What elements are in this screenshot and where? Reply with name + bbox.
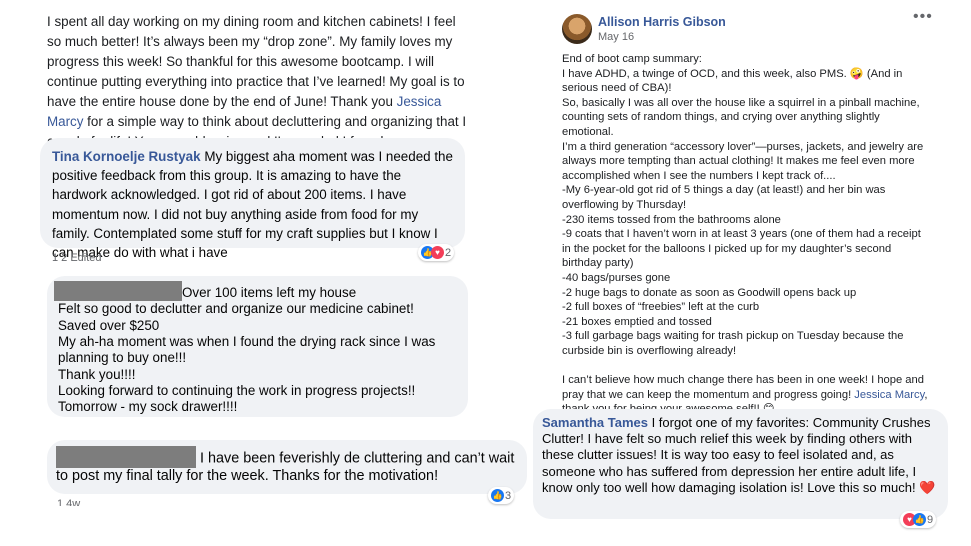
post-date[interactable]: May 16 bbox=[598, 31, 634, 43]
comment-author[interactable]: Tina Kornoelje Rustyak bbox=[52, 149, 201, 164]
post-line: I’m a third generation “accessory lover”… bbox=[562, 140, 924, 182]
reaction-summary[interactable]: ♥ 👍 9 bbox=[900, 511, 937, 528]
love-icon: ♥ bbox=[431, 246, 444, 259]
redacted-name bbox=[54, 281, 182, 302]
comment-bubble-redacted-2: I have been feverishly de cluttering and… bbox=[47, 440, 527, 494]
avatar[interactable] bbox=[562, 14, 592, 44]
post-line: -230 items tossed from the bathrooms alo… bbox=[562, 213, 781, 226]
comment-line: Thank you!!!! bbox=[58, 366, 136, 382]
redacted-name bbox=[56, 446, 196, 468]
heart-emoji: ❤️ bbox=[919, 479, 936, 495]
reaction-summary[interactable]: 👍 3 bbox=[488, 487, 515, 504]
comment-text: Over 100 items left my house bbox=[182, 285, 357, 300]
post-line: So, basically I was all over the house l… bbox=[562, 96, 920, 138]
comment-line: Looking forward to continuing the work i… bbox=[58, 382, 416, 398]
reaction-count: 3 bbox=[505, 489, 512, 502]
post-author[interactable]: Allison Harris Gibson bbox=[598, 15, 726, 29]
mention-jessica-marcy[interactable]: Jessica Marcy bbox=[854, 389, 924, 401]
like-icon: 👍 bbox=[913, 513, 926, 526]
post-line: -2 full boxes of “freebies” left at the … bbox=[562, 301, 760, 314]
post-text-bootcamp-summary: End of boot camp summary: I have ADHD, a… bbox=[562, 52, 932, 417]
comment-bubble-tina: Tina Kornoelje Rustyak My biggest aha mo… bbox=[40, 138, 465, 260]
reaction-count: 2 bbox=[445, 246, 452, 259]
comment-line: Saved over $250 bbox=[58, 317, 160, 333]
post-line: -40 bags/purses gone bbox=[562, 271, 671, 284]
post-line: -2 huge bags to donate as soon as Goodwi… bbox=[562, 286, 857, 299]
post-line: -21 boxes emptied and tossed bbox=[562, 315, 712, 328]
comment-bubble-samantha: Samantha Tames I forgot one of my favori… bbox=[533, 409, 948, 519]
comment-line: My ah-ha moment was when I found the dry… bbox=[58, 334, 436, 366]
more-options-icon[interactable]: ••• bbox=[913, 8, 933, 26]
post-line: I have ADHD, a twinge of OCD, and this w… bbox=[562, 67, 903, 95]
comment-text: My biggest aha moment was I needed the p… bbox=[52, 149, 453, 261]
like-icon: 👍 bbox=[491, 489, 504, 502]
comment-bubble-redacted-1: Over 100 items left my house Felt so goo… bbox=[47, 276, 468, 417]
comment-author[interactable]: Samantha Tames bbox=[542, 415, 648, 430]
post-line: -9 coats that I haven’t worn in at least… bbox=[562, 228, 921, 270]
post-line: End of boot camp summary: bbox=[562, 53, 702, 65]
comment-subtext: 1 2 Edited bbox=[52, 252, 102, 262]
comment-first-line: Over 100 items left my house bbox=[54, 281, 457, 302]
comment-line: Felt so good to declutter and organize o… bbox=[58, 301, 414, 317]
reaction-count: 9 bbox=[927, 513, 934, 526]
comment-subtext: 1 4w bbox=[57, 498, 81, 506]
reaction-summary[interactable]: 👍 ♥ 2 bbox=[418, 244, 455, 261]
post-line: -My 6-year-old got rid of 5 things a day… bbox=[562, 184, 886, 211]
comment-line: Tomorrow - my sock drawer!!!! bbox=[58, 399, 238, 415]
post-line: -3 full garbage bags waiting for trash p… bbox=[562, 330, 904, 357]
